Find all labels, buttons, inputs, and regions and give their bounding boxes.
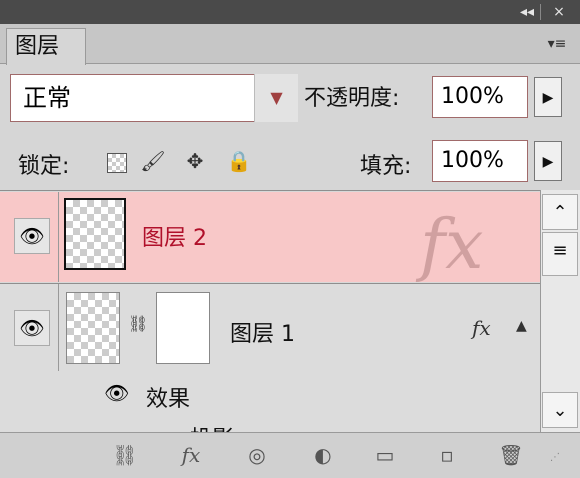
effects-label: 效果 [146,387,191,412]
close-button[interactable]: × [548,2,570,22]
expand-arrow-icon[interactable]: ▲ [516,318,527,334]
scroll-down-button[interactable]: ⌄ [542,392,578,428]
eye-icon[interactable]: 👁 [104,381,129,405]
bottom-toolbar [0,432,580,478]
resize-grip-icon[interactable]: ⋰ [550,452,574,472]
brush-icon[interactable]: 🖌 [138,146,168,176]
layer-name[interactable]: 图层 2 [142,220,207,252]
chain-link-icon[interactable]: ⛓ [128,314,148,342]
eye-icon[interactable]: 👁 [14,218,50,254]
tab-bar: 图层 ▾≡ [0,24,580,65]
fx-badge[interactable]: fx [472,316,491,340]
divider [58,192,59,282]
scroll-thumb[interactable]: ≡ [542,232,578,276]
add-style-icon[interactable]: fx [174,438,208,472]
move-icon[interactable]: ✥ [180,146,210,176]
layer-thumbnail[interactable] [64,198,126,270]
opacity-input[interactable]: 100% [432,76,528,118]
tab-layers[interactable]: 图层 [6,28,86,65]
new-group-icon[interactable]: ▭ [368,438,402,472]
layer-row[interactable]: 👁 图层 2 fx [0,192,540,285]
fx-watermark: fx [420,206,484,285]
panel-titlebar: ◂◂ × [0,0,580,24]
divider [58,284,59,372]
effect-item-label: 投影 [190,421,234,432]
lock-icon[interactable]: 🔒 [224,146,254,176]
adjustment-layer-icon[interactable]: ◐ [306,438,340,472]
fill-label: 填充: [360,154,412,179]
fill-slider-button[interactable]: ▶ [534,141,562,181]
add-mask-icon[interactable]: ◎ [240,438,274,472]
opacity-label: 不透明度: [304,86,400,111]
layer-thumbnail[interactable] [66,292,120,364]
chevron-down-icon[interactable]: ▼ [254,74,298,122]
trash-icon[interactable]: 🗑 [494,438,528,472]
eye-icon[interactable]: 👁 [14,310,50,346]
collapse-button[interactable]: ◂◂ [516,2,538,22]
panel-menu-icon[interactable]: ▾≡ [542,34,572,54]
opacity-slider-button[interactable]: ▶ [534,77,562,117]
effect-item-row[interactable]: 投影 [0,419,540,432]
scroll-up-button[interactable]: ⌃ [542,194,578,230]
layer-row[interactable]: 👁 ⛓ 图层 1 fx ▲ [0,283,540,372]
new-layer-icon[interactable]: ▫ [430,438,464,472]
lock-label: 锁定: [18,154,70,179]
lock-transparent-icon[interactable] [102,146,132,176]
layer-mask-thumbnail[interactable] [156,292,210,364]
divider [540,4,541,20]
fill-input[interactable]: 100% [432,140,528,182]
effects-row[interactable]: 👁 效果 [0,371,540,419]
link-layers-icon[interactable]: ⛓ [108,438,142,472]
layer-name[interactable]: 图层 1 [230,316,295,348]
